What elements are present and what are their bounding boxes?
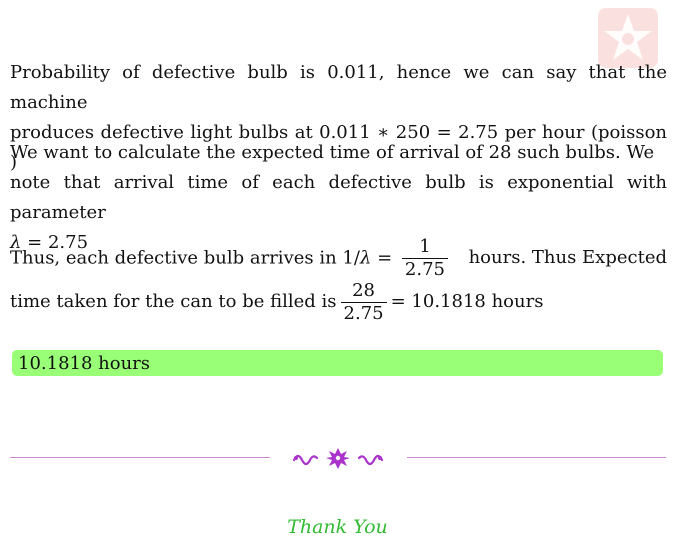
- calc-text-part4: = 10.1818 hours: [390, 291, 544, 312]
- frac2-denominator: 2.75: [340, 301, 387, 325]
- paragraph1-line1: Probability of defective bulb is 0.011, …: [10, 62, 667, 113]
- calc-lambda: λ: [359, 247, 372, 268]
- frac2-numerator: 28: [352, 279, 376, 301]
- fraction-one-over-rate: 1 2.75: [401, 235, 448, 281]
- divider-left: [10, 457, 270, 458]
- calc-text-part2: hours. Thus Expected: [468, 247, 667, 268]
- calc-text-part3: time taken for the can to be filled is: [10, 291, 337, 312]
- frac1-denominator: 2.75: [401, 257, 448, 281]
- calculation-line2: time taken for the can to be filled is 2…: [10, 279, 667, 325]
- paragraph2-line1: We want to calculate the expected time o…: [10, 142, 655, 163]
- calc-text-part1: Thus, each defective bulb arrives in 1/: [10, 247, 360, 268]
- final-answer-box: 10.1818 hours: [12, 350, 663, 376]
- fraction-count-over-rate: 28 2.75: [340, 279, 387, 325]
- calculation-line1: Thus, each defective bulb arrives in 1/λ…: [10, 235, 667, 281]
- frac1-numerator: 1: [419, 235, 431, 257]
- divider-right: [407, 457, 666, 458]
- thank-you-text: Thank You: [287, 516, 388, 538]
- floral-ornament-icon: [292, 448, 384, 469]
- calc-equals: =: [371, 247, 398, 268]
- paragraph2-line2: note that arrival time of each defective…: [10, 172, 667, 223]
